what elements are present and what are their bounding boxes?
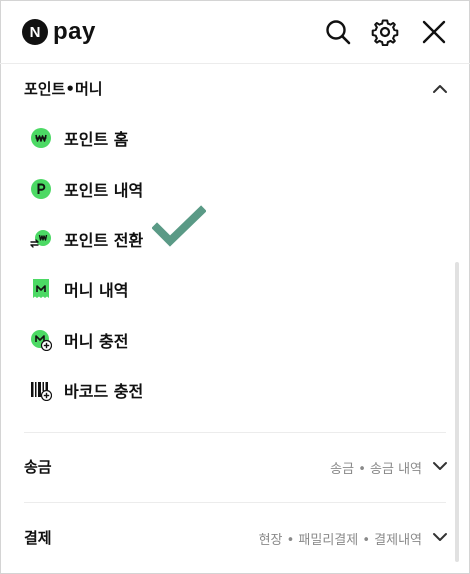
gear-icon[interactable]: [371, 18, 399, 46]
divider: [24, 502, 446, 503]
menu-item-label: 포인트 내역: [64, 181, 144, 200]
checkmark-icon: [152, 205, 206, 249]
search-icon[interactable]: [324, 18, 352, 46]
menu-item-label: 바코드 충전: [64, 382, 144, 401]
p-coin-icon: [30, 178, 52, 200]
transfer-subtitle: 송금 • 송금 내역: [330, 462, 422, 477]
money-charge-icon: [30, 329, 52, 351]
menu-item-money-charge[interactable]: 머니 충전: [30, 327, 128, 353]
payment-subtitle: 현장 • 패밀리결제 • 결제내역: [258, 533, 422, 548]
header: N pay: [0, 0, 470, 64]
divider: [24, 432, 446, 433]
menu-item-point-history[interactable]: 포인트 내역: [30, 176, 143, 202]
transfer-title: 송금: [24, 458, 52, 476]
payment-title: 결제: [24, 529, 52, 547]
menu-item-label: 머니 내역: [64, 281, 129, 300]
scrollbar[interactable]: [455, 262, 459, 562]
menu-item-money-history[interactable]: 머니 내역: [30, 276, 128, 302]
npay-logo[interactable]: N pay: [22, 18, 96, 46]
logo-badge: N: [22, 19, 48, 45]
money-receipt-icon: [30, 278, 52, 300]
close-icon[interactable]: [420, 18, 448, 46]
menu-item-point-exchange[interactable]: 포인트 전환: [30, 226, 143, 252]
chevron-down-icon[interactable]: [432, 529, 448, 545]
won-coin-icon: [30, 127, 52, 149]
chevron-down-icon[interactable]: [432, 458, 448, 474]
menu-item-label: 머니 충전: [64, 332, 129, 351]
section-title: 포인트•머니: [24, 80, 103, 98]
menu-item-point-home[interactable]: 포인트 홈: [30, 125, 128, 151]
exchange-won-icon: [30, 228, 52, 250]
menu-item-label: 포인트 전환: [64, 231, 144, 250]
chevron-up-icon[interactable]: [432, 81, 448, 97]
logo-text: pay: [53, 18, 96, 45]
barcode-charge-icon: [30, 379, 52, 401]
menu-item-barcode-charge[interactable]: 바코드 충전: [30, 377, 143, 403]
menu-item-label: 포인트 홈: [64, 130, 129, 149]
